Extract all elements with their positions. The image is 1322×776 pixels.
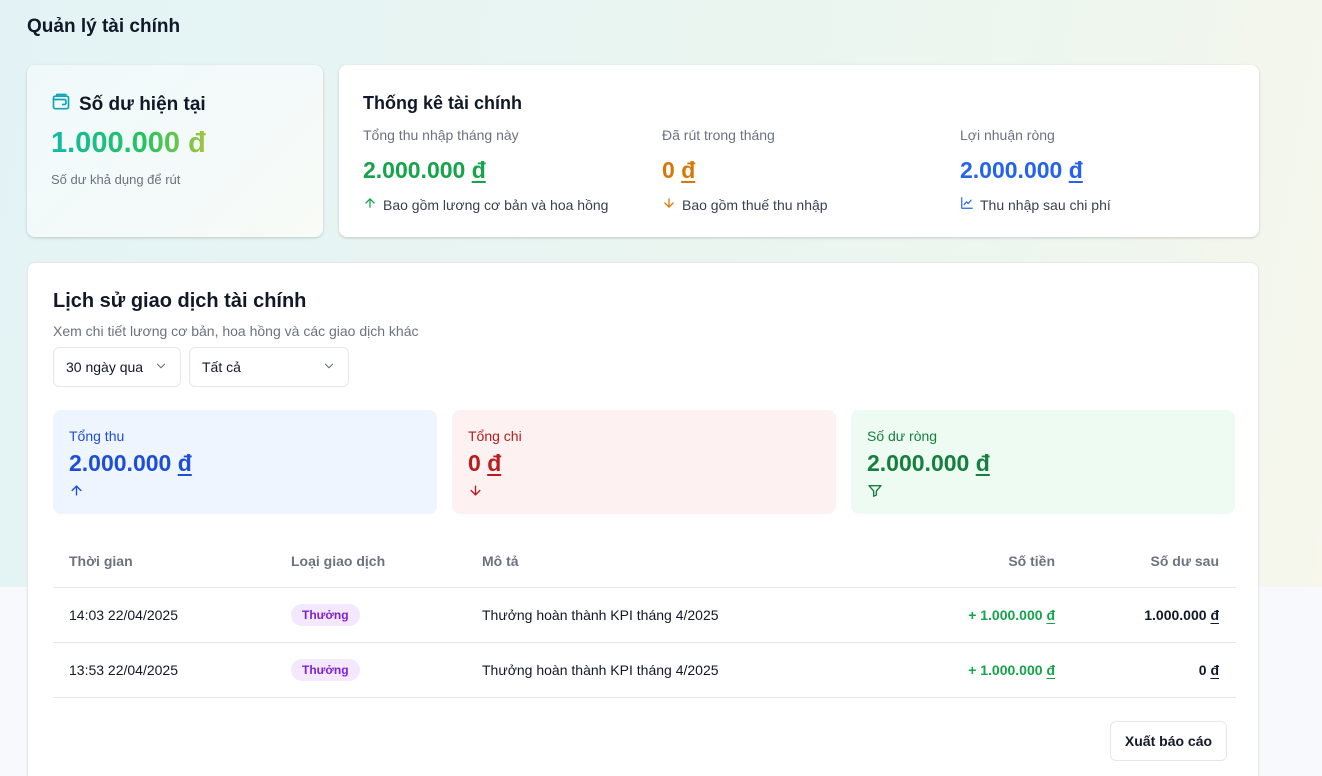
chart-line-icon bbox=[960, 196, 974, 213]
stat-label: Đã rút trong tháng bbox=[662, 127, 775, 143]
chevron-down-icon bbox=[154, 359, 168, 376]
stats-card: Thống kê tài chính Tổng thu nhập tháng n… bbox=[339, 65, 1259, 237]
summary-amount-value: 2.000.000 bbox=[867, 450, 970, 476]
stat-amount-value: 2.000.000 bbox=[363, 157, 466, 183]
stat-amount-value: 0 bbox=[662, 157, 675, 183]
export-report-button[interactable]: Xuất báo cáo bbox=[1110, 721, 1227, 761]
arrow-up-icon bbox=[363, 196, 377, 213]
table-row[interactable]: 13:53 22/04/2025 Thưởng Thưởng hoàn thàn… bbox=[53, 643, 1236, 698]
summary-amount-value: 0 bbox=[468, 450, 481, 476]
balance-header: Số dư hiện tại bbox=[51, 92, 206, 117]
row-balance-currency: đ bbox=[1210, 662, 1219, 678]
stat-currency: đ bbox=[681, 157, 696, 183]
balance-label: Số dư hiện tại bbox=[79, 93, 206, 115]
period-select-value: 30 ngày qua bbox=[66, 359, 144, 375]
summary-expense: Tổng chi 0 đ bbox=[452, 410, 836, 514]
page-title: Quản lý tài chính bbox=[27, 16, 181, 37]
balance-card: Số dư hiện tại 1.000.000 đ Số dư khả dụn… bbox=[27, 65, 323, 237]
stat-amount: 0 đ bbox=[662, 157, 828, 184]
row-amount: + 1.000.000 đ bbox=[968, 607, 1055, 623]
column-header-description[interactable]: Mô tả bbox=[482, 553, 519, 569]
row-balance-value: 1.000.000 bbox=[1144, 607, 1207, 623]
row-time: 13:53 22/04/2025 bbox=[69, 662, 178, 678]
arrow-up-icon bbox=[69, 483, 421, 503]
summary-amount-value: 2.000.000 bbox=[69, 450, 172, 476]
summary-income: Tổng thu 2.000.000 đ bbox=[53, 410, 437, 514]
balance-currency: đ bbox=[188, 127, 206, 159]
stat-note-row: Bao gồm lương cơ bản và hoa hồng bbox=[363, 196, 608, 213]
type-select[interactable]: Tất cả bbox=[189, 347, 349, 387]
column-header-balance-after[interactable]: Số dư sau bbox=[1151, 553, 1219, 569]
stat-amount: 2.000.000 đ bbox=[960, 157, 1111, 184]
stat-note: Thu nhập sau chi phí bbox=[980, 196, 1111, 213]
column-header-amount[interactable]: Số tiền bbox=[1008, 553, 1055, 569]
row-amount: + 1.000.000 đ bbox=[968, 662, 1055, 678]
arrow-down-icon bbox=[468, 483, 820, 503]
summary-currency: đ bbox=[975, 450, 990, 476]
row-amount-currency: đ bbox=[1046, 607, 1055, 623]
row-description: Thưởng hoàn thành KPI tháng 4/2025 bbox=[482, 662, 719, 678]
chevron-down-icon bbox=[322, 359, 336, 376]
history-title: Lịch sử giao dịch tài chính bbox=[53, 290, 307, 312]
stat-label: Lợi nhuận ròng bbox=[960, 127, 1055, 143]
summary-amount: 2.000.000 đ bbox=[867, 450, 1219, 477]
transactions-table: Thời gian Loại giao dịch Mô tả Số tiền S… bbox=[53, 535, 1236, 698]
row-type-badge: Thưởng bbox=[291, 659, 360, 681]
row-amount-value: + 1.000.000 bbox=[968, 607, 1043, 623]
summary-amount: 2.000.000 đ bbox=[69, 450, 421, 477]
column-header-type[interactable]: Loại giao dịch bbox=[291, 553, 385, 569]
arrow-down-icon bbox=[662, 196, 676, 213]
transaction-history-card: Lịch sử giao dịch tài chính Xem chi tiết… bbox=[27, 262, 1259, 776]
stat-amount-value: 2.000.000 bbox=[960, 157, 1063, 183]
row-description: Thưởng hoàn thành KPI tháng 4/2025 bbox=[482, 607, 719, 623]
row-balance-after: 0 đ bbox=[1199, 662, 1219, 678]
stat-currency: đ bbox=[471, 157, 486, 183]
column-header-time[interactable]: Thời gian bbox=[69, 553, 133, 569]
summary-amount: 0 đ bbox=[468, 450, 820, 477]
type-select-value: Tất cả bbox=[202, 359, 241, 375]
summary-net-balance: Số dư ròng 2.000.000 đ bbox=[851, 410, 1235, 514]
stat-label: Tổng thu nhập tháng này bbox=[363, 127, 519, 143]
row-type-badge: Thưởng bbox=[291, 604, 360, 626]
stats-title: Thống kê tài chính bbox=[363, 93, 523, 113]
row-balance-currency: đ bbox=[1210, 607, 1219, 623]
table-row[interactable]: 14:03 22/04/2025 Thưởng Thưởng hoàn thàn… bbox=[53, 588, 1236, 643]
filter-icon bbox=[867, 483, 1219, 504]
table-header: Thời gian Loại giao dịch Mô tả Số tiền S… bbox=[53, 535, 1236, 588]
period-select[interactable]: 30 ngày qua bbox=[53, 347, 181, 387]
balance-amount: 1.000.000 đ bbox=[51, 127, 206, 160]
stat-note: Bao gồm thuế thu nhập bbox=[682, 196, 828, 213]
summary-label: Tổng thu bbox=[69, 428, 125, 444]
stat-note-row: Bao gồm thuế thu nhập bbox=[662, 196, 828, 213]
stat-note: Bao gồm lương cơ bản và hoa hồng bbox=[383, 196, 609, 213]
stat-withdrawn: Đã rút trong tháng 0 đ Bao gồm thuế thu … bbox=[662, 127, 828, 213]
wallet-icon bbox=[51, 92, 71, 117]
row-time: 14:03 22/04/2025 bbox=[69, 607, 178, 623]
summary-label: Tổng chi bbox=[468, 428, 522, 444]
stat-amount: 2.000.000 đ bbox=[363, 157, 608, 184]
summary-currency: đ bbox=[177, 450, 192, 476]
stat-note-row: Thu nhập sau chi phí bbox=[960, 196, 1111, 213]
row-amount-value: + 1.000.000 bbox=[968, 662, 1043, 678]
summary-currency: đ bbox=[487, 450, 502, 476]
row-balance-value: 0 bbox=[1198, 662, 1207, 678]
stat-currency: đ bbox=[1068, 157, 1083, 183]
stat-income: Tổng thu nhập tháng này 2.000.000 đ Bao … bbox=[363, 127, 608, 213]
summary-label: Số dư ròng bbox=[867, 428, 938, 444]
history-subtitle: Xem chi tiết lương cơ bản, hoa hồng và c… bbox=[53, 323, 419, 339]
row-balance-after: 1.000.000 đ bbox=[1144, 607, 1219, 623]
balance-amount-value: 1.000.000 bbox=[51, 127, 181, 159]
balance-note: Số dư khả dụng để rút bbox=[51, 172, 181, 187]
row-amount-currency: đ bbox=[1046, 662, 1055, 678]
stat-net-profit: Lợi nhuận ròng 2.000.000 đ Thu nhập sau … bbox=[960, 127, 1111, 213]
